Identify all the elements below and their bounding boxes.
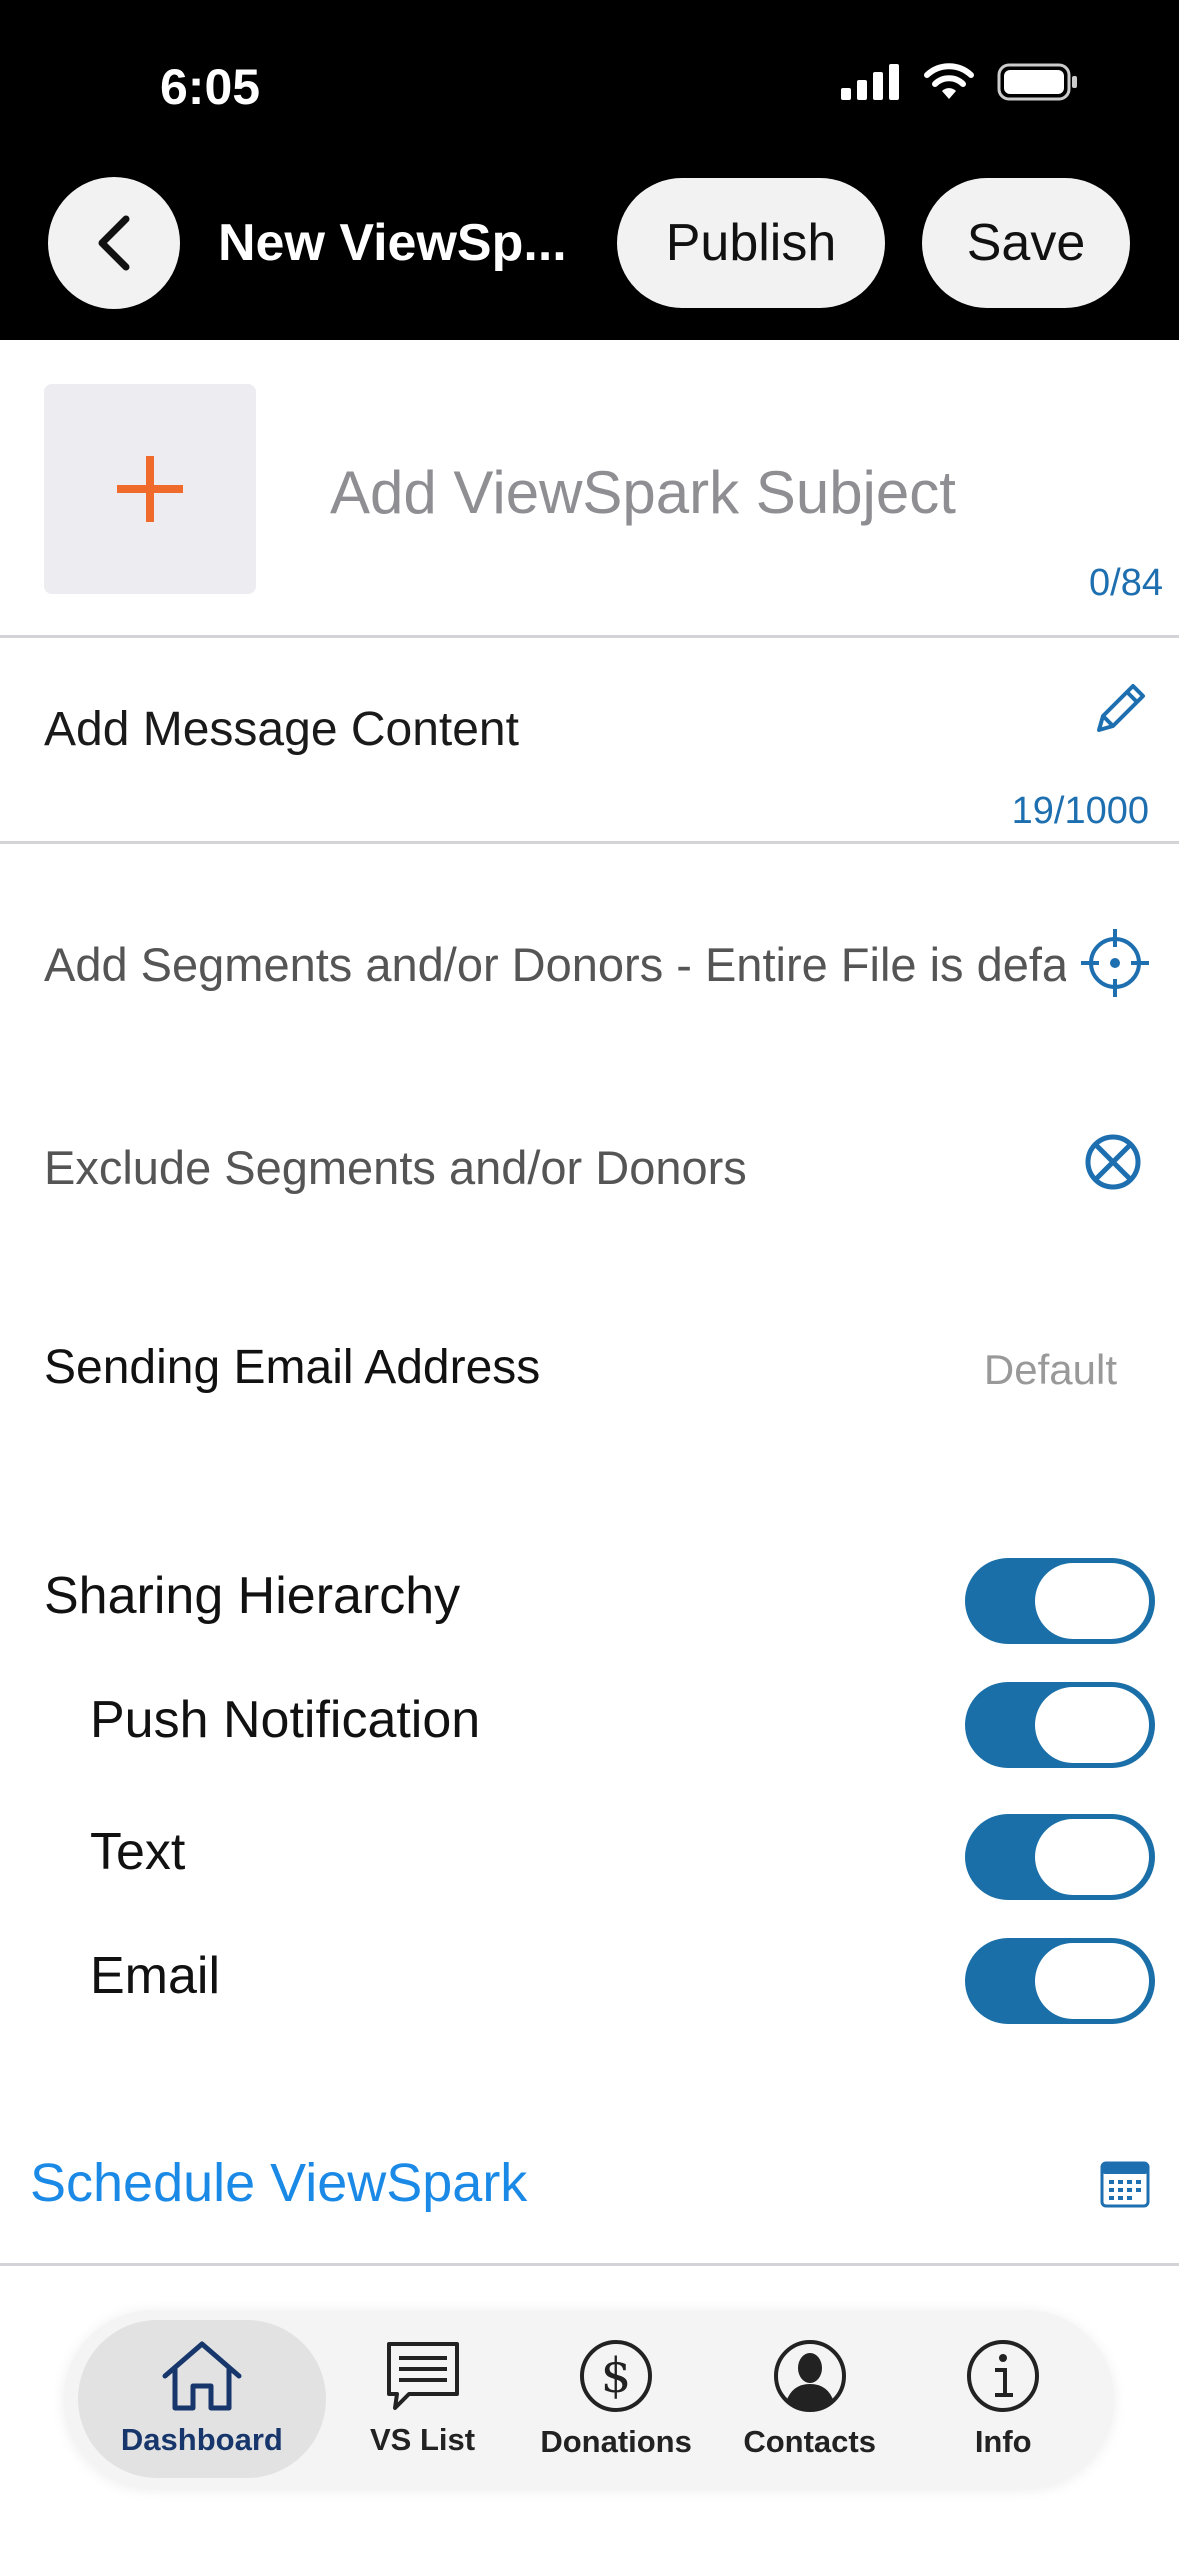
subject-row: Add ViewSpark Subject 0/84 [0,340,1179,638]
tab-label: Donations [540,2424,692,2459]
tab-label: Info [974,2424,1032,2459]
tab-label: Contacts [743,2424,876,2459]
email-toggle-row: Email [0,1928,1179,2028]
sharing-hierarchy-label: Sharing Hierarchy [44,1567,461,1625]
exclude-segments-row[interactable]: Exclude Segments and/or Donors [0,1108,1179,1228]
status-icons [841,62,1079,102]
text-row: Text [0,1804,1179,1904]
tab-donations[interactable]: $ Donations [519,2320,713,2478]
battery-icon [997,63,1077,101]
person-icon [773,2340,846,2412]
tab-bar: Dashboard VS List $ Donations Contacts I… [64,2310,1114,2488]
pencil-icon[interactable] [1091,678,1151,738]
back-button[interactable] [48,177,180,309]
sending-email-value: Default [983,1346,1117,1393]
save-button[interactable]: Save [922,178,1130,308]
home-icon [162,2341,242,2411]
subject-input[interactable]: Add ViewSpark Subject [330,458,956,527]
exclude-segments-label: Exclude Segments and/or Donors [44,1141,747,1194]
subject-char-count: 0/84 [1089,562,1163,604]
push-notification-label: Push Notification [90,1691,481,1749]
toggle-knob [1035,1687,1149,1763]
target-icon[interactable] [1079,927,1151,999]
nav-title: New ViewSp... [218,214,567,272]
plus-icon [117,456,183,522]
tab-vs-list[interactable]: VS List [326,2320,520,2478]
tab-label: Dashboard [120,2422,283,2457]
email-toggle[interactable] [965,1938,1155,2024]
add-segments-row[interactable]: Add Segments and/or Donors - Entire File… [0,905,1179,1025]
push-notification-toggle[interactable] [965,1682,1155,1768]
sharing-hierarchy-row: Sharing Hierarchy [0,1548,1179,1648]
signal-icon [841,64,899,100]
message-content-label: Add Message Content [44,703,519,756]
publish-button[interactable]: Publish [617,178,885,308]
text-label: Text [90,1823,186,1881]
tab-info[interactable]: Info [906,2320,1100,2478]
chevron-left-icon [98,215,130,271]
push-notification-row: Push Notification [0,1672,1179,1772]
message-content-row[interactable]: Add Message Content 19/1000 [0,640,1179,844]
toggle-knob [1035,1563,1149,1639]
tab-label: VS List [369,2422,476,2457]
info-icon [967,2340,1040,2412]
add-image-button[interactable] [44,384,256,594]
add-segments-label: Add Segments and/or Donors - Entire File… [44,938,1066,991]
svg-text:$: $ [601,2348,632,2404]
exclude-icon[interactable] [1081,1130,1145,1194]
dollar-icon: $ [580,2340,653,2412]
message-char-count: 19/1000 [1011,790,1149,832]
message-list-icon [386,2342,459,2410]
toggle-knob [1035,1819,1149,1895]
status-time: 6:05 [160,59,261,115]
schedule-viewspark-link[interactable]: Schedule ViewSpark [30,2152,527,2214]
email-label: Email [90,1947,221,2005]
text-toggle[interactable] [965,1814,1155,1900]
tab-contacts[interactable]: Contacts [713,2320,907,2478]
top-bar: 6:05 New ViewSp... Publish Save [0,0,1179,340]
schedule-row: Schedule ViewSpark [0,2130,1179,2266]
calendar-icon[interactable] [1099,2158,1151,2210]
toggle-knob [1035,1943,1149,2019]
sending-email-row[interactable]: Sending Email Address Default [0,1310,1179,1430]
sending-email-label: Sending Email Address [44,1341,541,1394]
sharing-hierarchy-toggle[interactable] [965,1558,1155,1644]
tab-dashboard[interactable]: Dashboard [78,2320,326,2478]
wifi-icon [924,63,974,99]
